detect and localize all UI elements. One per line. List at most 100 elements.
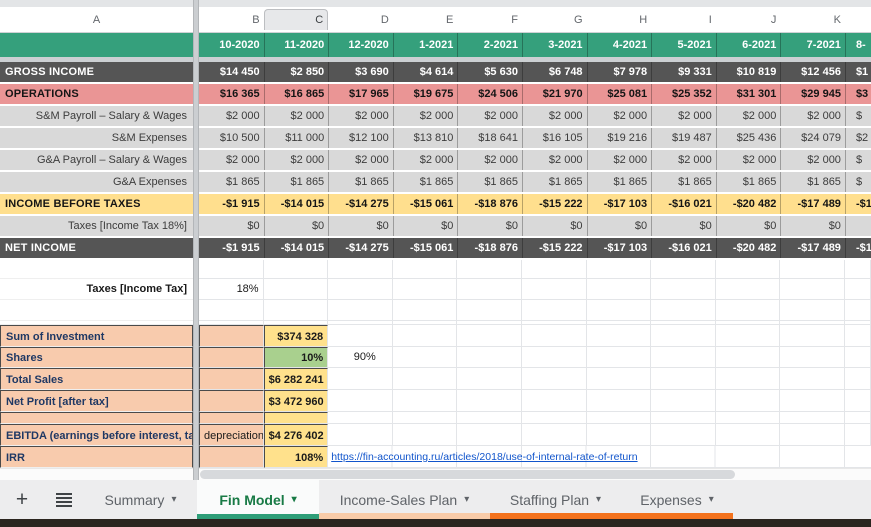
cell[interactable] [457, 347, 522, 368]
cell[interactable] [457, 260, 522, 279]
cell[interactable] [0, 260, 193, 279]
cell[interactable]: -$1 [845, 238, 871, 258]
chevron-down-icon[interactable]: ▾ [464, 494, 469, 505]
cell[interactable]: $2 000 [522, 106, 587, 126]
cell[interactable] [522, 347, 587, 368]
cell[interactable] [457, 424, 522, 446]
cell[interactable]: $2 000 [393, 150, 458, 170]
column-header[interactable]: A [0, 10, 193, 30]
row-label[interactable]: G&A Payroll – Salary & Wages [0, 150, 193, 170]
cell[interactable]: -$18 876 [457, 238, 522, 258]
month-header-cell[interactable]: 3-2021 [522, 33, 587, 57]
cell[interactable]: $1 865 [587, 172, 652, 192]
row-label[interactable]: OPERATIONS [0, 84, 193, 104]
cell[interactable]: $1 865 [328, 172, 393, 192]
cell[interactable] [780, 325, 845, 347]
cell[interactable]: -$15 061 [393, 194, 458, 214]
cell[interactable] [587, 325, 652, 347]
cell[interactable] [845, 368, 871, 390]
cell[interactable]: $2 000 [716, 150, 781, 170]
cell[interactable]: $0 [651, 216, 716, 236]
horizontal-scrollbar[interactable] [0, 468, 871, 480]
cell[interactable]: $2 000 [199, 106, 264, 126]
row-label[interactable]: NET INCOME [0, 238, 193, 258]
column-header[interactable]: F [457, 10, 522, 30]
cell[interactable]: $2 000 [393, 106, 458, 126]
cell[interactable] [845, 325, 871, 347]
cell[interactable]: $2 000 [587, 150, 652, 170]
cell[interactable] [845, 424, 871, 446]
cell[interactable]: -$16 021 [651, 238, 716, 258]
cell[interactable] [0, 300, 193, 321]
tab-color-strip[interactable] [490, 513, 621, 519]
cell[interactable] [522, 279, 587, 300]
cell[interactable]: $3 [845, 84, 871, 104]
cell[interactable]: -$1 [845, 194, 871, 214]
cell[interactable] [780, 279, 845, 300]
month-header-cell[interactable]: 7-2021 [780, 33, 845, 57]
month-header-cell[interactable]: 10-2020 [199, 33, 264, 57]
column-header[interactable]: D [328, 10, 393, 30]
cell[interactable]: $0 [328, 216, 393, 236]
cell[interactable] [328, 424, 393, 446]
cell[interactable] [651, 325, 716, 347]
cell[interactable]: $4 276 402 [264, 424, 329, 446]
cell[interactable] [457, 368, 522, 390]
tab-label[interactable]: Expenses [640, 492, 701, 508]
row-label[interactable]: S&M Payroll – Salary & Wages [0, 106, 193, 126]
cell[interactable] [587, 424, 652, 446]
cell[interactable]: $374 328 [264, 325, 329, 347]
cell[interactable]: $10 500 [199, 128, 264, 148]
cell[interactable]: 90% [328, 347, 393, 368]
cell[interactable] [328, 390, 393, 412]
cell[interactable]: $0 [199, 216, 264, 236]
cell[interactable] [522, 260, 587, 279]
sheet-row[interactable] [0, 260, 871, 279]
row-label[interactable] [0, 33, 193, 57]
cell[interactable]: $25 081 [587, 84, 652, 104]
sheet-row[interactable]: G&A Expenses$1 865$1 865$1 865$1 865$1 8… [0, 172, 871, 192]
month-header-cell[interactable]: 4-2021 [587, 33, 652, 57]
tab-color-strip[interactable] [319, 513, 490, 519]
cell[interactable] [522, 300, 587, 321]
cell[interactable]: $2 000 [587, 106, 652, 126]
cell[interactable] [264, 412, 329, 424]
sheet-row[interactable]: Taxes [Income Tax]18% [0, 279, 871, 300]
cell[interactable] [328, 279, 393, 300]
cell[interactable]: $2 850 [264, 62, 329, 82]
cell[interactable] [716, 412, 781, 424]
cell[interactable]: -$17 103 [587, 194, 652, 214]
cell[interactable] [716, 368, 781, 390]
tab-income-sales-plan[interactable]: Income-Sales Plan▾ [319, 480, 490, 519]
cell[interactable] [328, 260, 393, 279]
cell[interactable]: $29 945 [780, 84, 845, 104]
column-header[interactable]: K [780, 10, 845, 30]
cell[interactable] [780, 390, 845, 412]
cell[interactable]: $2 000 [716, 106, 781, 126]
cell[interactable] [264, 279, 329, 300]
h-scrollbar-thumb[interactable] [200, 470, 735, 479]
cell[interactable] [651, 368, 716, 390]
cell[interactable]: -$20 482 [716, 194, 781, 214]
cell[interactable]: $0 [780, 216, 845, 236]
cell[interactable]: -$1 915 [199, 238, 264, 258]
cell[interactable]: $2 [845, 128, 871, 148]
cell[interactable] [328, 412, 393, 424]
cell[interactable] [328, 325, 393, 347]
cell[interactable] [199, 260, 264, 279]
cell[interactable] [651, 390, 716, 412]
cell[interactable] [716, 279, 781, 300]
cell[interactable] [457, 279, 522, 300]
cell[interactable]: $1 865 [199, 172, 264, 192]
cell[interactable]: $1 865 [780, 172, 845, 192]
row-label[interactable]: S&M Expenses [0, 128, 193, 148]
tab-label[interactable]: Summary [105, 492, 165, 508]
column-header[interactable]: E [393, 10, 458, 30]
cell[interactable] [457, 390, 522, 412]
cell[interactable] [651, 279, 716, 300]
cell[interactable] [780, 300, 845, 321]
cell[interactable] [457, 325, 522, 347]
tab-summary[interactable]: Summary▾ [84, 480, 197, 519]
cell[interactable] [845, 412, 871, 424]
cell[interactable]: $0 [587, 216, 652, 236]
